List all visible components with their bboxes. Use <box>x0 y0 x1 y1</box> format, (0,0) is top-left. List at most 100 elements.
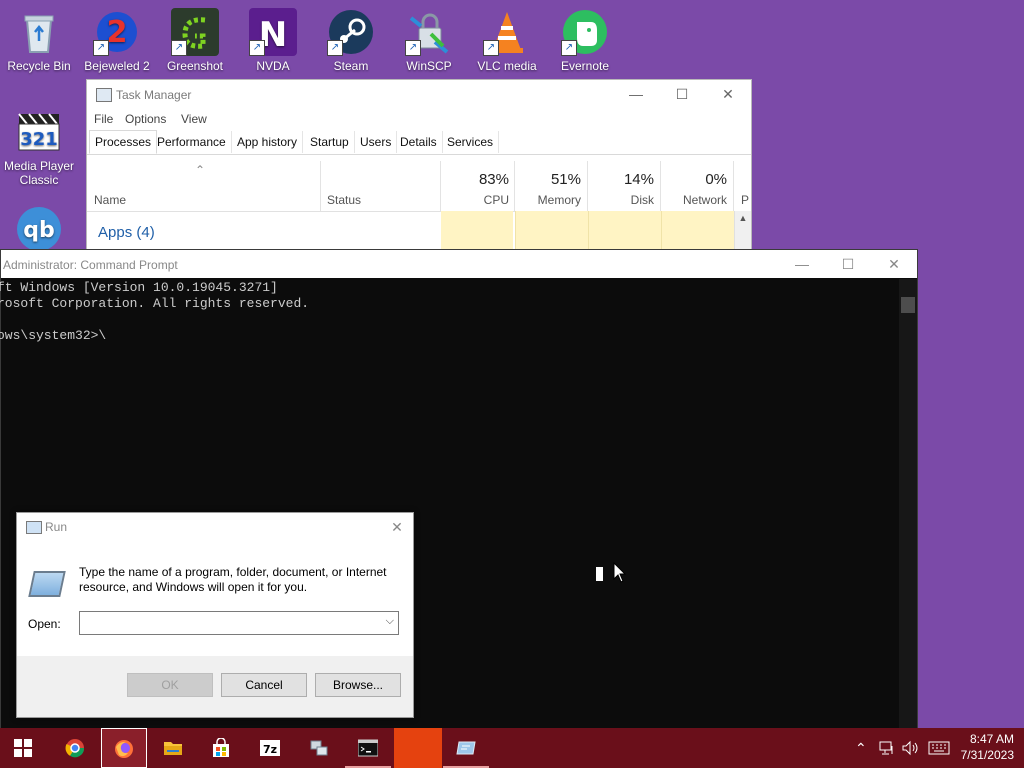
run-dialog-body: Type the name of a program, folder, docu… <box>17 541 413 656</box>
desktop-icon-media-player-classic[interactable]: 321 Media Player Classic <box>1 108 77 187</box>
volume-icon[interactable] <box>902 740 920 756</box>
desktop-icon-label-line2: Classic <box>19 173 59 187</box>
scroll-up-icon[interactable]: ▲ <box>735 213 751 223</box>
shortcut-arrow-icon: ↗ <box>561 40 577 56</box>
desktop-icon-recycle-bin[interactable]: Recycle Bin <box>1 8 77 73</box>
desktop-icon-vlc[interactable]: ↗ VLC media <box>469 8 545 73</box>
column-memory[interactable]: Memory <box>517 193 581 207</box>
taskbar-command-prompt[interactable] <box>345 728 391 768</box>
svg-text:7z: 7z <box>263 743 277 756</box>
close-button[interactable]: ✕ <box>705 80 751 108</box>
network-computers-icon <box>310 740 328 756</box>
column-power[interactable]: P <box>741 193 751 207</box>
taskbar-file-explorer[interactable] <box>150 728 196 768</box>
clock-date: 7/31/2023 <box>960 748 1014 762</box>
taskbar-7zip[interactable]: 7z <box>247 728 293 768</box>
tab-users[interactable]: Users <box>355 131 398 153</box>
tab-services[interactable]: Services <box>442 131 500 153</box>
winscp-icon: ↗ <box>405 8 453 56</box>
column-network[interactable]: Network <box>662 193 727 207</box>
tab-details[interactable]: Details <box>395 131 443 153</box>
task-manager-window[interactable]: Task Manager — ☐ ✕ File Options View Pro… <box>86 79 752 253</box>
taskbar-chrome[interactable] <box>52 728 98 768</box>
taskbar-firefox[interactable] <box>101 728 147 768</box>
svg-text:2: 2 <box>107 15 128 50</box>
desktop-icon-label: NVDA <box>256 59 290 73</box>
desktop-icon-greenshot[interactable]: ↗ Greenshot <box>157 8 233 73</box>
desktop-icon-steam[interactable]: ↗ Steam <box>313 8 389 73</box>
run-description: Type the name of a program, folder, docu… <box>79 565 387 594</box>
maximize-button[interactable]: ☐ <box>659 80 705 108</box>
tab-app-history[interactable]: App history <box>232 131 304 153</box>
system-clock[interactable]: 8:47 AM 7/31/2023 <box>961 731 1014 763</box>
minimize-button[interactable]: — <box>613 80 659 108</box>
command-prompt-titlebar[interactable]: Administrator: Command Prompt — ☐ ✕ <box>1 250 917 278</box>
steam-icon: ↗ <box>327 8 375 56</box>
desktop-icon-winscp[interactable]: ↗ WinSCP <box>391 8 467 73</box>
task-manager-titlebar[interactable]: Task Manager — ☐ ✕ <box>87 80 751 108</box>
shortcut-arrow-icon: ↗ <box>327 40 343 56</box>
browse-button[interactable]: Browse... <box>315 673 401 697</box>
cancel-button[interactable]: Cancel <box>221 673 307 697</box>
desktop-icon-nvda[interactable]: N ↗ NVDA <box>235 8 311 73</box>
greenshot-icon: ↗ <box>171 8 219 56</box>
text-cursor-block <box>596 567 603 581</box>
menu-options[interactable]: Options <box>125 112 166 126</box>
start-button[interactable] <box>0 728 46 768</box>
console-prompt-line: ows\system32>\ <box>0 328 107 343</box>
desktop-icon-label: Greenshot <box>166 59 224 73</box>
taskbar-network-app[interactable] <box>296 728 342 768</box>
vlc-cone-icon: ↗ <box>483 8 531 56</box>
menu-file[interactable]: File <box>94 112 113 126</box>
maximize-button[interactable]: ☐ <box>825 250 871 278</box>
open-combobox[interactable]: ⌵ <box>79 611 399 635</box>
open-label: Open: <box>28 617 61 631</box>
desktop-icon-evernote[interactable]: ↗ Evernote <box>547 8 623 73</box>
chevron-down-icon[interactable]: ⌵ <box>386 615 394 628</box>
tab-startup[interactable]: Startup <box>305 131 355 153</box>
shortcut-arrow-icon: ↗ <box>483 40 499 56</box>
keyboard-icon[interactable] <box>928 741 950 755</box>
run-dialog-titlebar[interactable]: Run ✕ <box>17 513 413 541</box>
tab-performance[interactable]: Performance <box>152 131 232 153</box>
folder-icon <box>164 742 182 755</box>
shortcut-arrow-icon: ↗ <box>93 40 109 56</box>
column-disk[interactable]: Disk <box>592 193 654 207</box>
memory-percent: 51% <box>550 171 581 188</box>
console-line: ft Windows [Version 10.0.19045.3271] <box>0 280 278 295</box>
minimize-button[interactable]: — <box>779 250 825 278</box>
shortcut-arrow-icon: ↗ <box>405 40 421 56</box>
desktop-icon-bejeweled[interactable]: 2 ↗ Bejeweled 2 <box>79 8 155 73</box>
process-table-header: ⌃ Name Status 83% CPU 51% Memory 14% Dis… <box>87 161 751 212</box>
apps-group-header[interactable]: Apps (4) <box>98 224 155 241</box>
ok-button[interactable]: OK <box>127 673 213 697</box>
taskbar-run[interactable] <box>443 728 489 768</box>
open-input[interactable] <box>84 612 378 634</box>
tab-processes[interactable]: Processes <box>89 130 158 154</box>
desktop-icon-label: WinSCP <box>406 59 452 73</box>
menu-view[interactable]: View <box>181 112 207 126</box>
sort-up-icon[interactable]: ⌃ <box>195 163 205 177</box>
cpu-percent: 83% <box>478 171 509 188</box>
column-divider <box>733 161 734 211</box>
console-line: rosoft Corporation. All rights reserved. <box>0 296 310 311</box>
close-button[interactable]: ✕ <box>387 517 407 537</box>
column-divider <box>320 161 321 211</box>
network-icon[interactable] <box>879 740 895 756</box>
desktop-icon-label: Media Player <box>3 159 75 173</box>
taskbar-highlighted-app[interactable] <box>394 728 442 768</box>
column-cpu[interactable]: CPU <box>447 193 509 207</box>
desktop-icon-qbittorrent[interactable]: qb <box>1 205 77 249</box>
process-list-scrollbar[interactable]: ▲ <box>734 211 751 252</box>
windows-logo-icon <box>14 739 32 757</box>
show-hidden-icons-button[interactable]: ⌃ <box>855 728 867 768</box>
tab-strip: Processes Performance App history Startu… <box>87 130 751 155</box>
scrollbar-thumb[interactable] <box>901 297 915 313</box>
console-scrollbar[interactable] <box>899 279 917 729</box>
run-dialog[interactable]: Run ✕ Type the name of a program, folder… <box>16 512 414 718</box>
column-status[interactable]: Status <box>327 193 361 207</box>
taskbar-microsoft-store[interactable] <box>198 728 244 768</box>
close-button[interactable]: ✕ <box>871 250 917 278</box>
column-name[interactable]: Name <box>94 193 126 207</box>
